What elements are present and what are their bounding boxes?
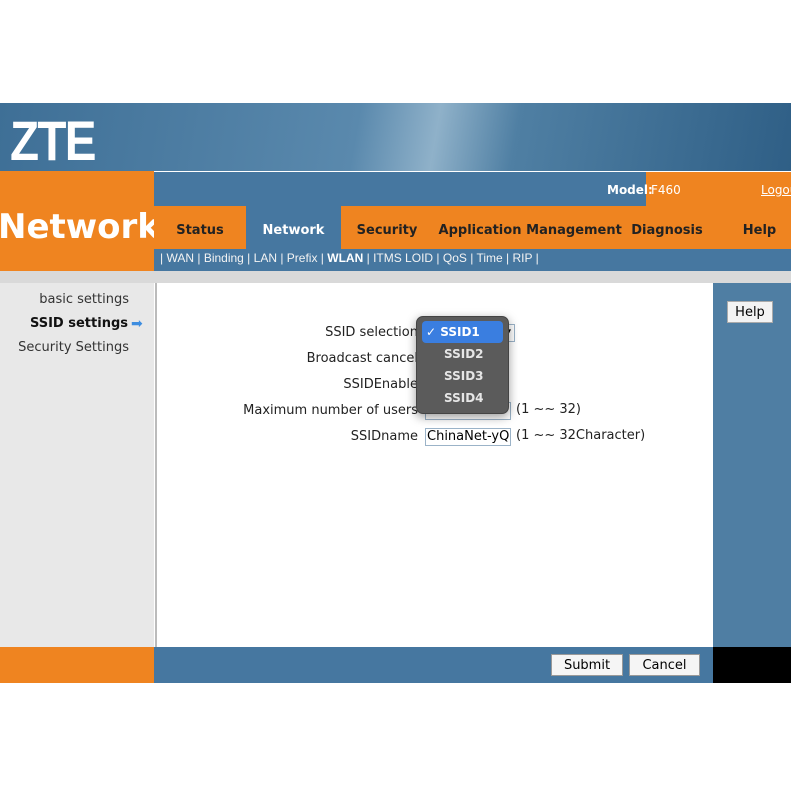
submit-button[interactable]: Submit bbox=[551, 654, 623, 676]
footer-right bbox=[713, 647, 791, 683]
broadcast-label: Broadcast cancel bbox=[306, 351, 418, 366]
subnav-rip[interactable]: RIP bbox=[513, 251, 533, 265]
sub-navigation: | WAN | Binding | LAN | Prefix | WLAN | … bbox=[154, 249, 791, 271]
header-banner bbox=[0, 103, 791, 171]
dropdown-option-ssid2[interactable]: SSID2 bbox=[422, 343, 503, 365]
subnav-wan[interactable]: WAN bbox=[166, 251, 194, 265]
help-panel bbox=[713, 283, 791, 647]
max-users-label: Maximum number of users bbox=[243, 403, 418, 418]
divider bbox=[0, 271, 791, 283]
tab-status[interactable]: Status bbox=[154, 206, 246, 249]
sidebar bbox=[0, 283, 154, 647]
ssidname-hint: (1 ~~ 32Character) bbox=[516, 428, 646, 443]
model-label: Model: bbox=[607, 183, 653, 197]
max-users-hint: (1 ~~ 32) bbox=[516, 402, 582, 417]
sidebar-item-ssid-settings[interactable]: SSID settings bbox=[30, 316, 128, 331]
sidebar-item-security-settings[interactable]: Security Settings bbox=[18, 340, 129, 355]
logout-link[interactable]: Logout bbox=[761, 183, 791, 197]
model-value: F460 bbox=[651, 183, 681, 197]
subnav-time[interactable]: Time bbox=[476, 251, 502, 265]
cancel-button[interactable]: Cancel bbox=[629, 654, 700, 676]
tab-management[interactable]: Management bbox=[526, 206, 622, 249]
section-title: Network bbox=[0, 207, 154, 247]
subnav-wlan[interactable]: WLAN bbox=[327, 251, 363, 265]
subnav-prefix[interactable]: Prefix bbox=[287, 251, 318, 265]
help-button[interactable]: Help bbox=[727, 301, 773, 323]
sidebar-item-basic-settings[interactable]: basic settings bbox=[39, 292, 129, 307]
dropdown-option-ssid1[interactable]: ✓ SSID1 bbox=[422, 321, 503, 343]
tab-network[interactable]: Network bbox=[246, 206, 341, 249]
ssid-enable-label: SSIDEnable bbox=[343, 377, 418, 392]
ssidname-label: SSIDname bbox=[350, 429, 418, 444]
tab-application[interactable]: Application bbox=[433, 206, 527, 249]
checkmark-icon: ✓ bbox=[426, 325, 441, 339]
ssidname-input[interactable]: ChinaNet-yQc6 bbox=[425, 428, 511, 446]
ssid-dropdown-menu: ✓ SSID1 SSID2 SSID3 SSID4 bbox=[416, 316, 509, 414]
footer-left bbox=[0, 647, 154, 683]
dropdown-option-ssid3[interactable]: SSID3 bbox=[422, 365, 503, 387]
tab-help[interactable]: Help bbox=[728, 206, 791, 249]
subnav-binding[interactable]: Binding bbox=[204, 251, 244, 265]
subnav-qos[interactable]: QoS bbox=[443, 251, 467, 265]
arrow-right-icon: ➡ bbox=[131, 316, 143, 332]
dropdown-option-ssid4[interactable]: SSID4 bbox=[422, 387, 503, 409]
subnav-lan[interactable]: LAN bbox=[254, 251, 277, 265]
ssid-selection-label: SSID selection bbox=[325, 325, 418, 340]
zte-logo: ZTE bbox=[10, 109, 96, 172]
tab-security[interactable]: Security bbox=[341, 206, 433, 249]
tab-diagnosis[interactable]: Diagnosis bbox=[621, 206, 713, 249]
subnav-itms-loid[interactable]: ITMS LOID bbox=[373, 251, 433, 265]
